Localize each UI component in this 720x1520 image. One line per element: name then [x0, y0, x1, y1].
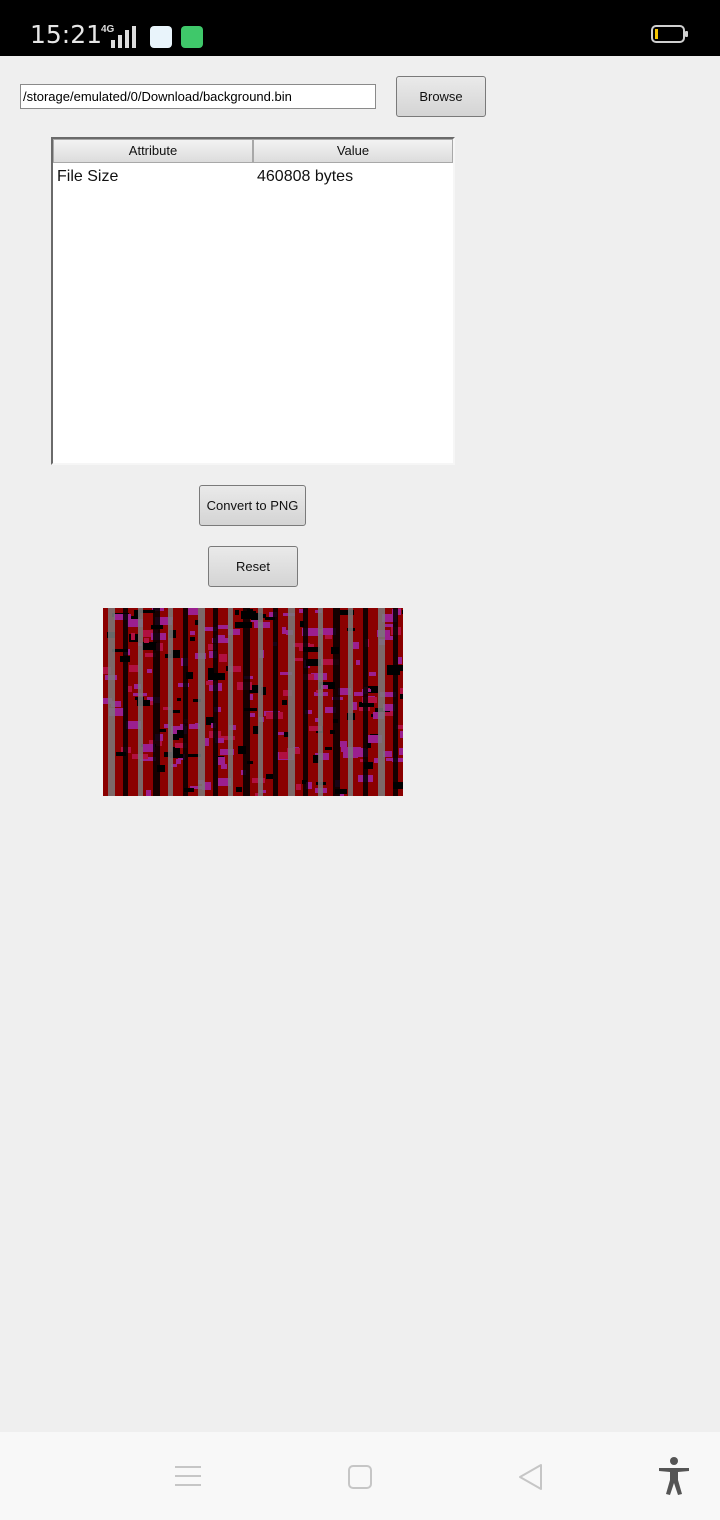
menu-icon[interactable] — [175, 1466, 201, 1486]
cell-attribute: File Size — [57, 168, 119, 185]
column-header-value[interactable]: Value — [253, 139, 453, 163]
converted-image-preview — [103, 608, 403, 796]
cell-value: 460808 bytes — [257, 168, 354, 185]
status-bar: 15:21 4G — [0, 0, 720, 56]
attribute-table: Attribute Value File Size 460808 bytes — [51, 137, 455, 465]
home-icon[interactable] — [348, 1465, 372, 1489]
app-notification-icon — [150, 26, 172, 48]
navigation-bar — [0, 1432, 720, 1520]
converted-image — [103, 608, 403, 796]
battery-icon — [651, 25, 688, 43]
app-notification-icon — [181, 26, 203, 48]
signal-icon: 4G — [101, 24, 141, 48]
file-path-input[interactable] — [20, 84, 376, 109]
back-icon[interactable] — [516, 1462, 546, 1492]
reset-button[interactable]: Reset — [208, 546, 298, 587]
status-time: 15:21 — [30, 20, 103, 49]
column-header-attribute[interactable]: Attribute — [53, 139, 253, 163]
network-type: 4G — [101, 24, 115, 35]
convert-to-png-button[interactable]: Convert to PNG — [199, 485, 306, 526]
table-header: Attribute Value — [53, 139, 453, 163]
browse-button[interactable]: Browse — [396, 76, 486, 117]
accessibility-icon[interactable] — [656, 1456, 692, 1496]
table-row[interactable]: File Size 460808 bytes — [53, 163, 453, 191]
